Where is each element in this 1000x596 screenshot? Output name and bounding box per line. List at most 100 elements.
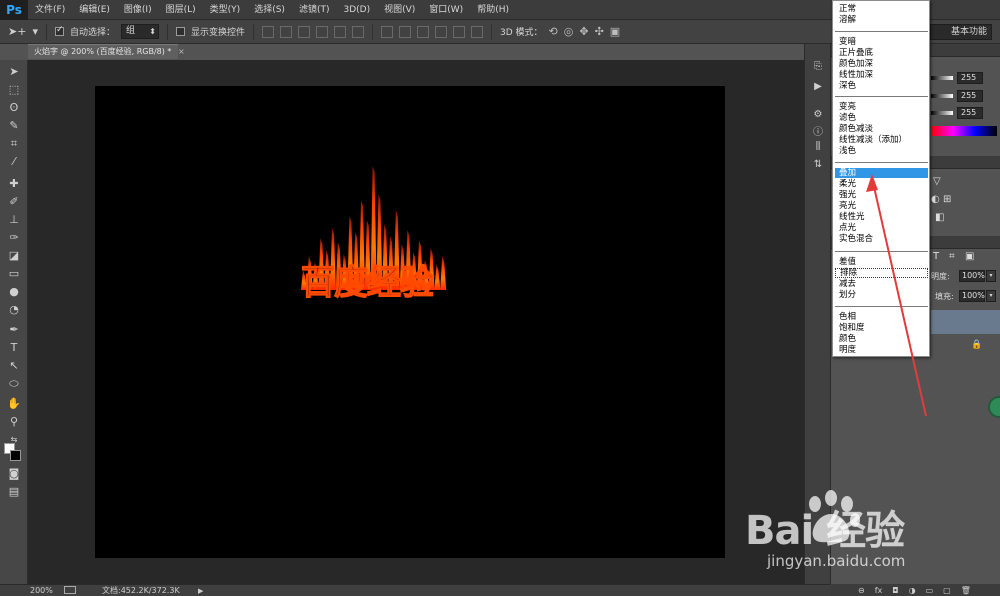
mask-icon[interactable]: ◘ — [892, 586, 898, 595]
align-vcenter-icon[interactable] — [280, 25, 292, 38]
menu-item[interactable]: 图像(I) — [117, 0, 159, 20]
smart-filter-icon[interactable]: ▣ — [965, 251, 974, 262]
document-canvas[interactable]: 百度经验 — [95, 86, 725, 558]
history-panel-icon[interactable]: ⎘ — [811, 60, 825, 74]
blend-mode-option[interactable]: 正常 — [835, 4, 928, 14]
lasso-tool-icon[interactable]: ʘ — [5, 100, 23, 116]
adjustment-layer-icon[interactable]: ◑ — [909, 586, 916, 595]
green-value[interactable]: 255 — [957, 90, 983, 102]
move-tool-icon[interactable]: ➤ — [5, 64, 23, 80]
distribute-left-icon[interactable] — [435, 25, 447, 38]
green-slider[interactable]: 255 — [931, 90, 983, 102]
eraser-tool-icon[interactable]: ◪ — [5, 248, 23, 264]
lock-icon[interactable]: 🔒 — [971, 340, 982, 350]
type-tool-icon[interactable]: T — [5, 340, 23, 356]
clone-stamp-tool-icon[interactable]: ⊥ — [5, 212, 23, 228]
blue-slider-track[interactable] — [931, 111, 953, 115]
link-layers-icon[interactable]: ⊖ — [858, 586, 865, 595]
move-tool-icon[interactable]: ➤+ — [8, 25, 26, 38]
hand-tool-icon[interactable]: ✋ — [5, 396, 23, 412]
distribute-vcenter-icon[interactable] — [399, 25, 411, 38]
shape-tool-icon[interactable]: ⬭ — [5, 376, 23, 392]
dropdown-arrow-icon[interactable]: ▾ — [32, 25, 38, 38]
red-value[interactable]: 255 — [957, 72, 983, 84]
screen-mode-icon[interactable]: ▤ — [5, 484, 23, 500]
pen-tool-icon[interactable]: ✒ — [5, 322, 23, 338]
menu-item[interactable]: 滤镜(T) — [292, 0, 337, 20]
auto-select-checkbox[interactable] — [54, 25, 64, 36]
crop-tool-icon[interactable]: ⌗ — [5, 136, 23, 152]
opacity-dropdown-icon[interactable]: ▾ — [986, 270, 996, 282]
blue-value[interactable]: 255 — [957, 107, 983, 119]
align-left-icon[interactable] — [316, 25, 328, 38]
dodge-tool-icon[interactable]: ◔ — [5, 302, 23, 318]
fx-icon[interactable]: fx — [875, 586, 883, 595]
workspace-dropdown[interactable]: 基本功能 — [930, 24, 992, 40]
blend-mode-option[interactable]: 颜色减淡 — [835, 124, 928, 134]
opacity-field[interactable]: 100% — [959, 270, 985, 282]
rotate-3d-icon[interactable]: ⟲ — [549, 25, 558, 38]
zoom-level[interactable]: 200% — [30, 585, 53, 596]
distribute-hcenter-icon[interactable] — [453, 25, 465, 38]
eyedropper-tool-icon[interactable]: ⁄ — [5, 154, 23, 170]
fill-field[interactable]: 100% — [959, 290, 985, 302]
trash-icon[interactable]: 🗑 — [961, 586, 971, 595]
blend-mode-option[interactable]: 正片叠底 — [835, 48, 928, 58]
roll-3d-icon[interactable]: ◎ — [564, 25, 574, 38]
properties-panel-icon[interactable]: ⚙ — [811, 108, 825, 122]
color-ramp[interactable] — [931, 126, 997, 136]
blend-mode-option[interactable]: 溶解 — [835, 15, 928, 25]
align-right-icon[interactable] — [352, 25, 364, 38]
new-layer-icon[interactable]: ▢ — [943, 586, 951, 595]
marquee-tool-icon[interactable]: ⬚ — [5, 82, 23, 98]
close-tab-icon[interactable]: × — [178, 47, 185, 56]
green-slider-track[interactable] — [931, 94, 953, 98]
brush-tool-icon[interactable]: ✐ — [5, 194, 23, 210]
shape-filter-icon[interactable]: ⌗ — [949, 251, 955, 262]
blend-mode-option[interactable]: 线性加深 — [835, 70, 928, 80]
blend-mode-option[interactable]: 浅色 — [835, 146, 928, 156]
quick-mask-icon[interactable]: ◙ — [5, 466, 23, 482]
align-hcenter-icon[interactable] — [334, 25, 346, 38]
drag-3d-icon[interactable]: ✥ — [579, 25, 588, 38]
distribute-top-icon[interactable] — [381, 25, 393, 38]
distribute-right-icon[interactable] — [471, 25, 483, 38]
blend-mode-option[interactable]: 滤色 — [835, 113, 928, 123]
canvas-area[interactable]: 百度经验 — [28, 60, 804, 584]
actions-panel-icon[interactable]: ▶ — [811, 80, 825, 94]
scale-3d-icon[interactable]: ▣ — [610, 25, 620, 38]
blend-mode-option[interactable]: 颜色加深 — [835, 59, 928, 69]
distribute-bottom-icon[interactable] — [417, 25, 429, 38]
align-top-icon[interactable] — [262, 25, 274, 38]
gradient-tool-icon[interactable]: ▭ — [5, 266, 23, 282]
menu-item[interactable]: 编辑(E) — [72, 0, 117, 20]
blend-mode-option[interactable]: 深色 — [835, 81, 928, 91]
blend-mode-option[interactable]: 变暗 — [835, 37, 928, 47]
menu-item[interactable]: 窗口(W) — [422, 0, 470, 20]
group-icon[interactable]: ▭ — [926, 586, 934, 595]
fill-dropdown-icon[interactable]: ▾ — [986, 290, 996, 302]
quick-select-tool-icon[interactable]: ✎ — [5, 118, 23, 134]
blend-mode-option[interactable]: 变亮 — [835, 102, 928, 112]
export-icon[interactable] — [64, 586, 76, 594]
slide-3d-icon[interactable]: ✣ — [595, 25, 604, 38]
document-tab[interactable]: 火焰字 @ 200% (百度经验, RGB/8) * × — [28, 44, 185, 59]
history-brush-tool-icon[interactable]: ✑ — [5, 230, 23, 246]
blend-mode-option[interactable]: 线性减淡（添加） — [835, 135, 928, 145]
blue-slider[interactable]: 255 — [931, 107, 983, 119]
menu-item[interactable]: 图层(L) — [159, 0, 203, 20]
info-panel-icon[interactable]: ⓘ — [811, 126, 825, 140]
background-color-swatch[interactable] — [10, 450, 21, 461]
blur-tool-icon[interactable]: ● — [5, 284, 23, 300]
red-slider[interactable]: 255 — [931, 72, 983, 84]
adjust-panel-icon[interactable]: ⇅ — [811, 158, 825, 172]
red-slider-track[interactable] — [931, 76, 953, 80]
menu-item[interactable]: 类型(Y) — [203, 0, 248, 20]
status-menu-arrow-icon[interactable]: ▶ — [198, 585, 203, 596]
path-select-tool-icon[interactable]: ↖ — [5, 358, 23, 374]
menu-item[interactable]: 视图(V) — [377, 0, 422, 20]
menu-item[interactable]: 选择(S) — [247, 0, 292, 20]
healing-brush-tool-icon[interactable]: ✚ — [5, 176, 23, 192]
menu-item[interactable]: 帮助(H) — [470, 0, 516, 20]
menu-item[interactable]: 3D(D) — [336, 0, 377, 20]
